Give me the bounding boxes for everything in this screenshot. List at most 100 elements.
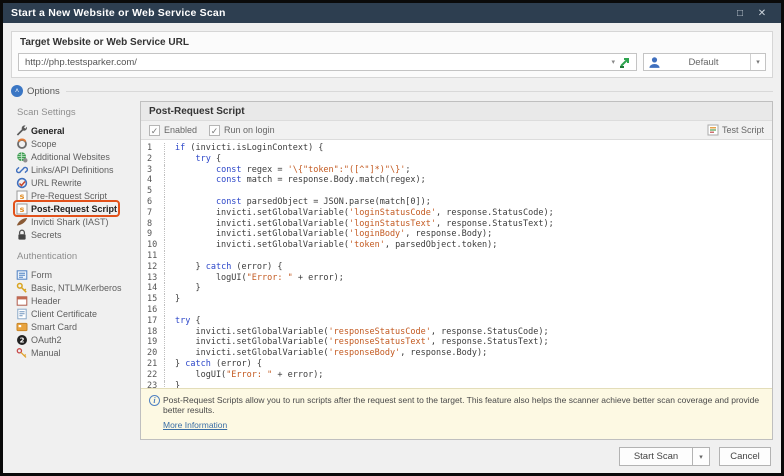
sidebar-item-scope[interactable]: Scope bbox=[15, 137, 137, 150]
code-text: logUI("Error: " + error); bbox=[165, 273, 344, 284]
code-text: invicti.setGlobalVariable('responseStatu… bbox=[165, 337, 549, 348]
sidebar-item-smart-card[interactable]: Smart Card bbox=[15, 320, 137, 333]
line-number: 9 bbox=[141, 229, 165, 240]
titlebar: Start a New Website or Web Service Scan … bbox=[3, 3, 781, 23]
post-request-script-panel: Post-Request Script ✓ Enabled ✓ Run on l… bbox=[140, 101, 773, 440]
code-line: 2 try { bbox=[141, 154, 772, 165]
line-number: 16 bbox=[141, 305, 165, 316]
sidebar-item-secrets[interactable]: Secrets bbox=[15, 228, 137, 241]
url-dropdown-caret-icon[interactable]: ▾ bbox=[608, 58, 618, 66]
oauth2-icon: 2 bbox=[15, 334, 28, 346]
target-url-input[interactable]: http://php.testsparker.com/ ▾ bbox=[18, 53, 637, 71]
sidebar-section-header: Authentication bbox=[17, 251, 137, 262]
test-script-button[interactable]: Test Script bbox=[707, 124, 764, 136]
run-on-login-checkbox[interactable]: ✓ Run on login bbox=[209, 125, 275, 136]
sidebar-item-form[interactable]: Form bbox=[15, 268, 137, 281]
panel-toolbar: ✓ Enabled ✓ Run on login Test Script bbox=[141, 121, 772, 140]
sidebar-item-links-api-definitions[interactable]: Links/API Definitions bbox=[15, 163, 137, 176]
sidebar-item-url-rewrite[interactable]: URL Rewrite bbox=[15, 176, 137, 189]
code-line: 20 invicti.setGlobalVariable('responseBo… bbox=[141, 348, 772, 359]
header-icon bbox=[15, 295, 28, 307]
code-line: 21} catch (error) { bbox=[141, 359, 772, 370]
code-line: 12 } catch (error) { bbox=[141, 262, 772, 273]
svg-text:2: 2 bbox=[19, 336, 24, 344]
script-icon: s bbox=[15, 203, 28, 215]
svg-text:s: s bbox=[19, 192, 24, 201]
code-line: 6 const parsedObject = JSON.parse(match[… bbox=[141, 197, 772, 208]
launch-icon[interactable] bbox=[618, 56, 632, 69]
code-line: 5 bbox=[141, 186, 772, 197]
code-text bbox=[165, 305, 175, 316]
code-text: logUI("Error: " + error); bbox=[165, 370, 323, 381]
script-code-editor[interactable]: 1if (invicti.isLoginContext) {2 try {3 c… bbox=[141, 140, 772, 388]
sidebar-item-manual[interactable]: Manual bbox=[15, 346, 137, 359]
code-line: 8 invicti.setGlobalVariable('loginStatus… bbox=[141, 219, 772, 230]
line-number: 11 bbox=[141, 251, 165, 262]
line-number: 3 bbox=[141, 165, 165, 176]
line-number: 7 bbox=[141, 208, 165, 219]
line-number: 17 bbox=[141, 316, 165, 327]
code-text: } catch (error) { bbox=[165, 262, 283, 273]
code-text bbox=[165, 186, 175, 197]
code-line: 22 logUI("Error: " + error); bbox=[141, 370, 772, 381]
sidebar-item-label: Pre-Request Script bbox=[31, 191, 107, 201]
scan-profile-select[interactable]: Default ▾ bbox=[643, 53, 766, 71]
svg-text:s: s bbox=[19, 205, 24, 214]
sidebar-item-label: Basic, NTLM/Kerberos bbox=[31, 283, 122, 293]
line-number: 5 bbox=[141, 186, 165, 197]
line-number: 14 bbox=[141, 283, 165, 294]
line-number: 2 bbox=[141, 154, 165, 165]
line-number: 22 bbox=[141, 370, 165, 381]
more-information-link[interactable]: More Information bbox=[163, 420, 227, 430]
maximize-icon[interactable]: □ bbox=[729, 8, 751, 19]
sidebar-item-invicti-shark-iast[interactable]: Invicti Shark (IAST) bbox=[15, 215, 137, 228]
code-line: 13 logUI("Error: " + error); bbox=[141, 273, 772, 284]
info-box: i Post-Request Scripts allow you to run … bbox=[141, 388, 772, 439]
code-line: 19 invicti.setGlobalVariable('responseSt… bbox=[141, 337, 772, 348]
code-line: 1if (invicti.isLoginContext) { bbox=[141, 143, 772, 154]
sidebar-item-general[interactable]: General bbox=[15, 124, 137, 137]
key-icon bbox=[15, 282, 28, 294]
checkbox-check-icon: ✓ bbox=[149, 125, 160, 136]
code-line: 9 invicti.setGlobalVariable('loginBody',… bbox=[141, 229, 772, 240]
code-line: 16 bbox=[141, 305, 772, 316]
globe-icon bbox=[15, 151, 28, 163]
info-text: Post-Request Scripts allow you to run sc… bbox=[163, 395, 762, 415]
sidebar-item-client-certificate[interactable]: Client Certificate bbox=[15, 307, 137, 320]
enabled-checkbox[interactable]: ✓ Enabled bbox=[149, 125, 197, 136]
cancel-button[interactable]: Cancel bbox=[719, 447, 771, 466]
options-label: Options bbox=[27, 86, 60, 97]
code-text: } bbox=[165, 381, 180, 388]
profile-dropdown-caret-icon[interactable]: ▾ bbox=[750, 54, 765, 70]
code-text: try { bbox=[165, 154, 221, 165]
options-toggle[interactable]: ˄ Options bbox=[11, 85, 773, 97]
sidebar-item-basic-ntlm-kerberos[interactable]: Basic, NTLM/Kerberos bbox=[15, 281, 137, 294]
start-scan-button[interactable]: Start Scan bbox=[619, 447, 693, 466]
sidebar-section-header: Scan Settings bbox=[17, 107, 137, 118]
checkbox-check-icon: ✓ bbox=[209, 125, 220, 136]
scope-icon bbox=[15, 138, 28, 150]
settings-sidebar: Scan Settings GeneralScopeAdditional Webs… bbox=[11, 101, 137, 444]
line-number: 21 bbox=[141, 359, 165, 370]
code-line: 15} bbox=[141, 294, 772, 305]
script-icon: s bbox=[15, 190, 28, 202]
chevron-up-circle-icon: ˄ bbox=[11, 85, 23, 97]
sidebar-item-pre-request-script[interactable]: s Pre-Request Script bbox=[15, 189, 137, 202]
code-line: 3 const regex = '\{"token":"([^"]*)"\}'; bbox=[141, 165, 772, 176]
sidebar-item-header[interactable]: Header bbox=[15, 294, 137, 307]
options-divider bbox=[66, 91, 773, 92]
sidebar-item-oauth2[interactable]: 2OAuth2 bbox=[15, 333, 137, 346]
sidebar-item-label: Invicti Shark (IAST) bbox=[31, 217, 109, 227]
target-url-label: Target Website or Web Service URL bbox=[20, 37, 766, 48]
sidebar-item-additional-websites[interactable]: Additional Websites bbox=[15, 150, 137, 163]
start-scan-dropdown-caret-icon[interactable]: ▾ bbox=[693, 447, 710, 466]
sidebar-item-post-request-script[interactable]: sPost-Request Script bbox=[15, 202, 118, 215]
close-icon[interactable]: ✕ bbox=[751, 8, 773, 19]
links-icon bbox=[15, 164, 28, 176]
enabled-checkbox-label: Enabled bbox=[164, 125, 197, 135]
dialog-footer: Start Scan ▾ Cancel bbox=[3, 444, 781, 473]
scan-dialog-window: Start a New Website or Web Service Scan … bbox=[0, 0, 784, 476]
code-text: try { bbox=[165, 316, 201, 327]
url-rewrite-icon bbox=[15, 177, 28, 189]
line-number: 13 bbox=[141, 273, 165, 284]
